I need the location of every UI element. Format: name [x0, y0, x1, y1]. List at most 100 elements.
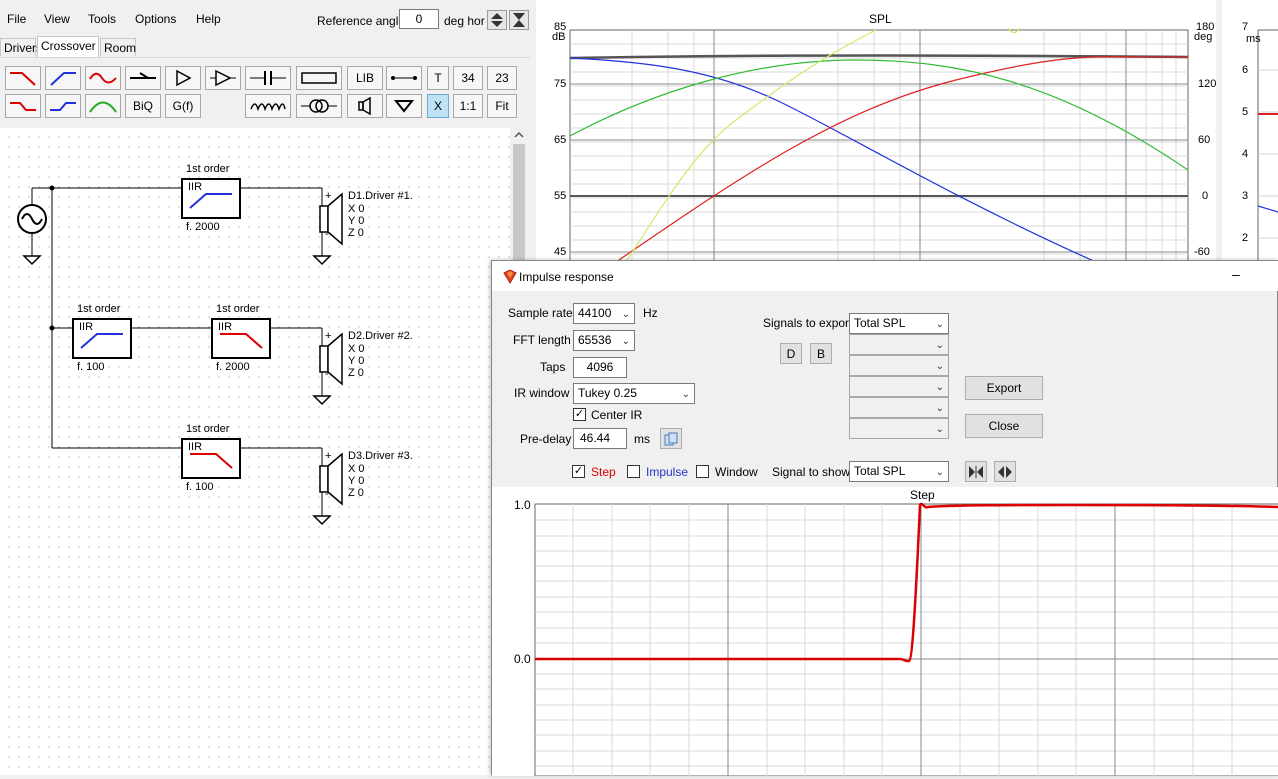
menu-options[interactable]: Options [135, 12, 176, 26]
spl-graph-panel: SPL dB deg 85 75 65 55 45 180 120 60 0 -… [536, 0, 1216, 263]
zoom-in-time-button[interactable] [965, 461, 987, 482]
notch-red-button[interactable] [85, 66, 121, 90]
highpass-shelf-button[interactable] [45, 94, 81, 118]
dialog-title-bar[interactable]: Impulse response – [492, 261, 1278, 291]
x-toggle-button[interactable]: X [427, 94, 449, 118]
zoom-fit-button[interactable]: Fit [487, 94, 517, 118]
sample-rate-select[interactable]: 44100 ⌄ [573, 303, 635, 324]
button-34[interactable]: 34 [453, 66, 483, 90]
angle-up-down-button[interactable] [487, 10, 507, 30]
step-checkbox[interactable]: ✓ [572, 465, 585, 478]
sum-amplifier-button[interactable] [205, 66, 241, 90]
low-shelf-icon [10, 102, 36, 111]
ir-window-select[interactable]: Tukey 0.25 ⌄ [573, 383, 695, 404]
window-checkbox[interactable] [696, 465, 709, 478]
export-signal-select-5[interactable]: ⌄ [849, 397, 949, 418]
ground-button[interactable] [386, 94, 422, 118]
d-button[interactable]: D [780, 343, 802, 364]
lowpass-curve-icon [10, 72, 36, 86]
signal-show-select[interactable]: Total SPL ⌄ [849, 461, 949, 482]
driver-3-plus: + [325, 450, 332, 462]
biquad-button[interactable]: BiQ [125, 94, 161, 118]
transformer-button[interactable] [296, 94, 342, 118]
block-1-type: IIR [188, 181, 203, 193]
inductor-button[interactable] [245, 94, 291, 118]
scrollbar-thumb[interactable] [513, 144, 525, 264]
export-button[interactable]: Export [965, 376, 1043, 400]
fft-length-label: FFT length [513, 333, 571, 347]
spl-tick-65: 65 [554, 134, 567, 146]
block-2-order: 1st order [77, 303, 121, 315]
angle-reset-button[interactable] [509, 10, 529, 30]
capacitor-icon [250, 71, 286, 85]
tab-crossover[interactable]: Crossover [37, 36, 99, 58]
allpass-button[interactable] [125, 66, 161, 90]
block-3-type: IIR [218, 321, 233, 333]
resistor-button[interactable] [296, 66, 342, 90]
block-4-order: 1st order [186, 423, 230, 435]
ir-window-label: IR window [514, 386, 570, 400]
transfer-function-button[interactable]: G(f) [165, 94, 201, 118]
impulse-checkbox[interactable] [627, 465, 640, 478]
center-ir-label: Center IR [591, 408, 643, 422]
copy-icon [664, 432, 678, 445]
block-3-freq: f. 2000 [216, 361, 250, 373]
lowpass-red-button[interactable] [5, 66, 41, 90]
step-response-plot[interactable]: Step 1.0 0.0 [492, 487, 1278, 777]
inductor-icon [250, 103, 286, 112]
menu-help[interactable]: Help [196, 12, 221, 26]
crossover-schematic[interactable]: 1st order IIR f. 2000 1st order IIR f. 1… [0, 128, 510, 775]
taps-input[interactable]: 4096 [573, 357, 627, 378]
copy-button[interactable] [660, 428, 682, 449]
spl-title: SPL [869, 12, 892, 26]
library-button[interactable]: LIB [347, 66, 383, 90]
minimize-button[interactable]: – [1232, 266, 1240, 282]
zoom-1to1-button[interactable]: 1:1 [453, 94, 483, 118]
zoom-out-time-button[interactable] [994, 461, 1016, 482]
step-chart [534, 502, 1278, 777]
gd-tick-4: 4 [1242, 148, 1249, 160]
driver-1-minus: - [325, 228, 329, 240]
export-signal-select-4[interactable]: ⌄ [849, 376, 949, 397]
dialog-title: Impulse response [519, 270, 614, 284]
export-signal-select-1[interactable]: Total SPL ⌄ [849, 313, 949, 334]
step-plot-title: Step [910, 488, 935, 502]
export-signal-select-2[interactable]: ⌄ [849, 334, 949, 355]
allpass-icon [130, 72, 156, 79]
amplifier-button[interactable] [165, 66, 201, 90]
lowpass-shelf-button[interactable] [5, 94, 41, 118]
tab-drivers[interactable]: Drivers [0, 38, 42, 56]
capacitor-button[interactable] [245, 66, 291, 90]
close-button[interactable]: Close [965, 414, 1043, 438]
export-signal-select-6[interactable]: ⌄ [849, 418, 949, 439]
pre-delay-input[interactable]: 46.44 [573, 428, 627, 449]
fft-length-select[interactable]: 65536 ⌄ [573, 330, 635, 351]
spl-graph [569, 27, 1189, 263]
bandpass-green-button[interactable] [85, 94, 121, 118]
driver-3-z: Z 0 [348, 487, 364, 499]
driver-1-plus: + [325, 190, 332, 202]
driver-2-plus: + [325, 330, 332, 342]
gd-tick-7: 7 [1242, 21, 1249, 33]
reference-angle-input[interactable]: 0 [399, 9, 439, 29]
driver-2-name: D2.Driver #2. [348, 330, 413, 342]
b-button[interactable]: B [810, 343, 832, 364]
driver-3-y: Y 0 [348, 475, 365, 487]
block-1-freq: f. 2000 [186, 221, 220, 233]
signal-show-value: Total SPL [854, 464, 906, 478]
speaker-button[interactable] [347, 94, 383, 118]
export-signal-select-3[interactable]: ⌄ [849, 355, 949, 376]
up-down-arrow-icon [491, 13, 503, 27]
text-button[interactable]: T [427, 66, 449, 90]
menu-file[interactable]: File [7, 12, 26, 26]
fft-length-value: 65536 [578, 333, 612, 347]
wire-button[interactable] [386, 66, 422, 90]
chevron-down-icon: ⌄ [681, 389, 690, 400]
button-23[interactable]: 23 [487, 66, 517, 90]
center-ir-checkbox[interactable]: ✓ [573, 408, 586, 421]
app-logo-icon [503, 269, 517, 284]
tab-room[interactable]: Room [100, 38, 136, 56]
highpass-blue-button[interactable] [45, 66, 81, 90]
menu-view[interactable]: View [44, 12, 70, 26]
menu-tools[interactable]: Tools [88, 12, 116, 26]
